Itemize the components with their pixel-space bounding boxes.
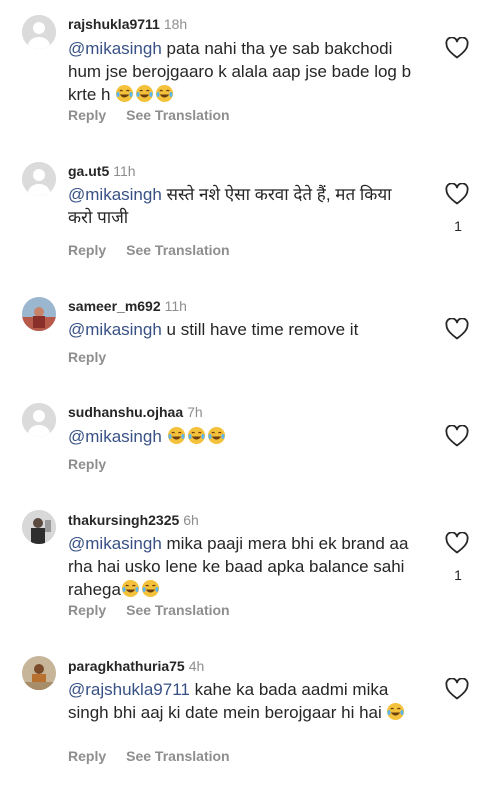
username-link[interactable]: paragkhathuria75: [68, 658, 185, 674]
avatar[interactable]: [22, 162, 56, 196]
comment-actions: Reply See Translation: [68, 602, 250, 618]
comment-header: paragkhathuria75 4h: [68, 658, 204, 674]
avatar[interactable]: [22, 510, 56, 544]
mention-link[interactable]: @mikasingh: [68, 427, 162, 446]
comment-text: @rajshukla9711 kahe ka bada aadmi mika s…: [68, 678, 418, 724]
like-heart-icon[interactable]: [445, 183, 469, 205]
reply-button[interactable]: Reply: [68, 456, 106, 472]
tears-of-joy-emoji-icon: [141, 579, 159, 598]
tears-of-joy-emoji-icon: [136, 84, 154, 103]
comment-time: 11h: [113, 163, 136, 179]
like-heart-icon[interactable]: [445, 425, 469, 447]
default-avatar-icon: [22, 15, 56, 49]
tears-of-joy-emoji-icon: [116, 84, 134, 103]
avatar[interactable]: [22, 297, 56, 331]
comment-body: u still have time remove it: [161, 320, 359, 339]
comment-time: 11h: [164, 298, 187, 314]
username-link[interactable]: rajshukla9711: [68, 16, 160, 32]
tears-of-joy-emoji-icon: [167, 426, 185, 445]
see-translation-button[interactable]: See Translation: [126, 242, 229, 258]
comment-header: rajshukla9711 18h: [68, 16, 187, 32]
tears-of-joy-emoji-icon: [207, 426, 225, 445]
like-count[interactable]: 1: [452, 218, 464, 234]
reply-button[interactable]: Reply: [68, 242, 106, 258]
reply-button[interactable]: Reply: [68, 748, 106, 764]
comment-actions: Reply: [68, 456, 126, 472]
tears-of-joy-emoji-icon: [387, 702, 405, 721]
avatar[interactable]: [22, 15, 56, 49]
comment-header: sameer_m692 11h: [68, 298, 187, 314]
tears-of-joy-emoji-icon: [156, 84, 174, 103]
profile-photo-icon: [22, 656, 56, 690]
emoji-group: [115, 84, 175, 104]
see-translation-button[interactable]: See Translation: [126, 748, 229, 764]
like-heart-icon[interactable]: [445, 678, 469, 700]
mention-link[interactable]: @mikasingh: [68, 320, 162, 339]
default-avatar-icon: [22, 162, 56, 196]
comment-header: ga.ut5 11h: [68, 163, 136, 179]
avatar[interactable]: [22, 656, 56, 690]
see-translation-button[interactable]: See Translation: [126, 602, 229, 618]
mention-link[interactable]: @mikasingh: [68, 534, 162, 553]
comment-actions: Reply: [68, 349, 126, 365]
avatar[interactable]: [22, 403, 56, 437]
like-count[interactable]: 1: [452, 567, 464, 583]
comment-header: sudhanshu.ojhaa 7h: [68, 404, 203, 420]
comment-time: 7h: [187, 404, 203, 420]
comment-text: @mikasingh mika paaji mera bhi ek brand …: [68, 532, 418, 601]
comment-text: @mikasingh pata nahi tha ye sab bakchodi…: [68, 37, 418, 106]
comment-header: thakursingh2325 6h: [68, 512, 199, 528]
username-link[interactable]: ga.ut5: [68, 163, 109, 179]
comment-text: @mikasingh u still have time remove it: [68, 318, 418, 341]
like-heart-icon[interactable]: [445, 532, 469, 554]
emoji-group: [386, 702, 406, 722]
username-link[interactable]: sudhanshu.ojhaa: [68, 404, 183, 420]
tears-of-joy-emoji-icon: [187, 426, 205, 445]
mention-link[interactable]: @mikasingh: [68, 185, 162, 204]
reply-button[interactable]: Reply: [68, 107, 106, 123]
emoji-group: [121, 579, 161, 599]
comment-actions: Reply See Translation: [68, 748, 250, 764]
comment-text: @mikasingh सस्ते नशे ऐसा करवा देते हैं, …: [68, 183, 418, 229]
comment-time: 4h: [188, 658, 205, 674]
emoji-group: [167, 426, 227, 446]
username-link[interactable]: thakursingh2325: [68, 512, 179, 528]
mention-link[interactable]: @rajshukla9711: [68, 680, 190, 699]
comment-actions: Reply See Translation: [68, 242, 250, 258]
default-avatar-icon: [22, 403, 56, 437]
comment-time: 6h: [183, 512, 199, 528]
comment-time: 18h: [163, 16, 188, 32]
reply-button[interactable]: Reply: [68, 602, 106, 618]
mention-link[interactable]: @mikasingh: [68, 39, 162, 58]
like-heart-icon[interactable]: [445, 318, 469, 340]
like-heart-icon[interactable]: [445, 37, 469, 59]
tears-of-joy-emoji-icon: [121, 579, 139, 598]
profile-photo-icon: [22, 297, 56, 331]
profile-photo-icon: [22, 510, 56, 544]
reply-button[interactable]: Reply: [68, 349, 106, 365]
comment-actions: Reply See Translation: [68, 107, 250, 123]
see-translation-button[interactable]: See Translation: [126, 107, 229, 123]
comment-text: @mikasingh: [68, 425, 418, 448]
username-link[interactable]: sameer_m692: [68, 298, 161, 314]
